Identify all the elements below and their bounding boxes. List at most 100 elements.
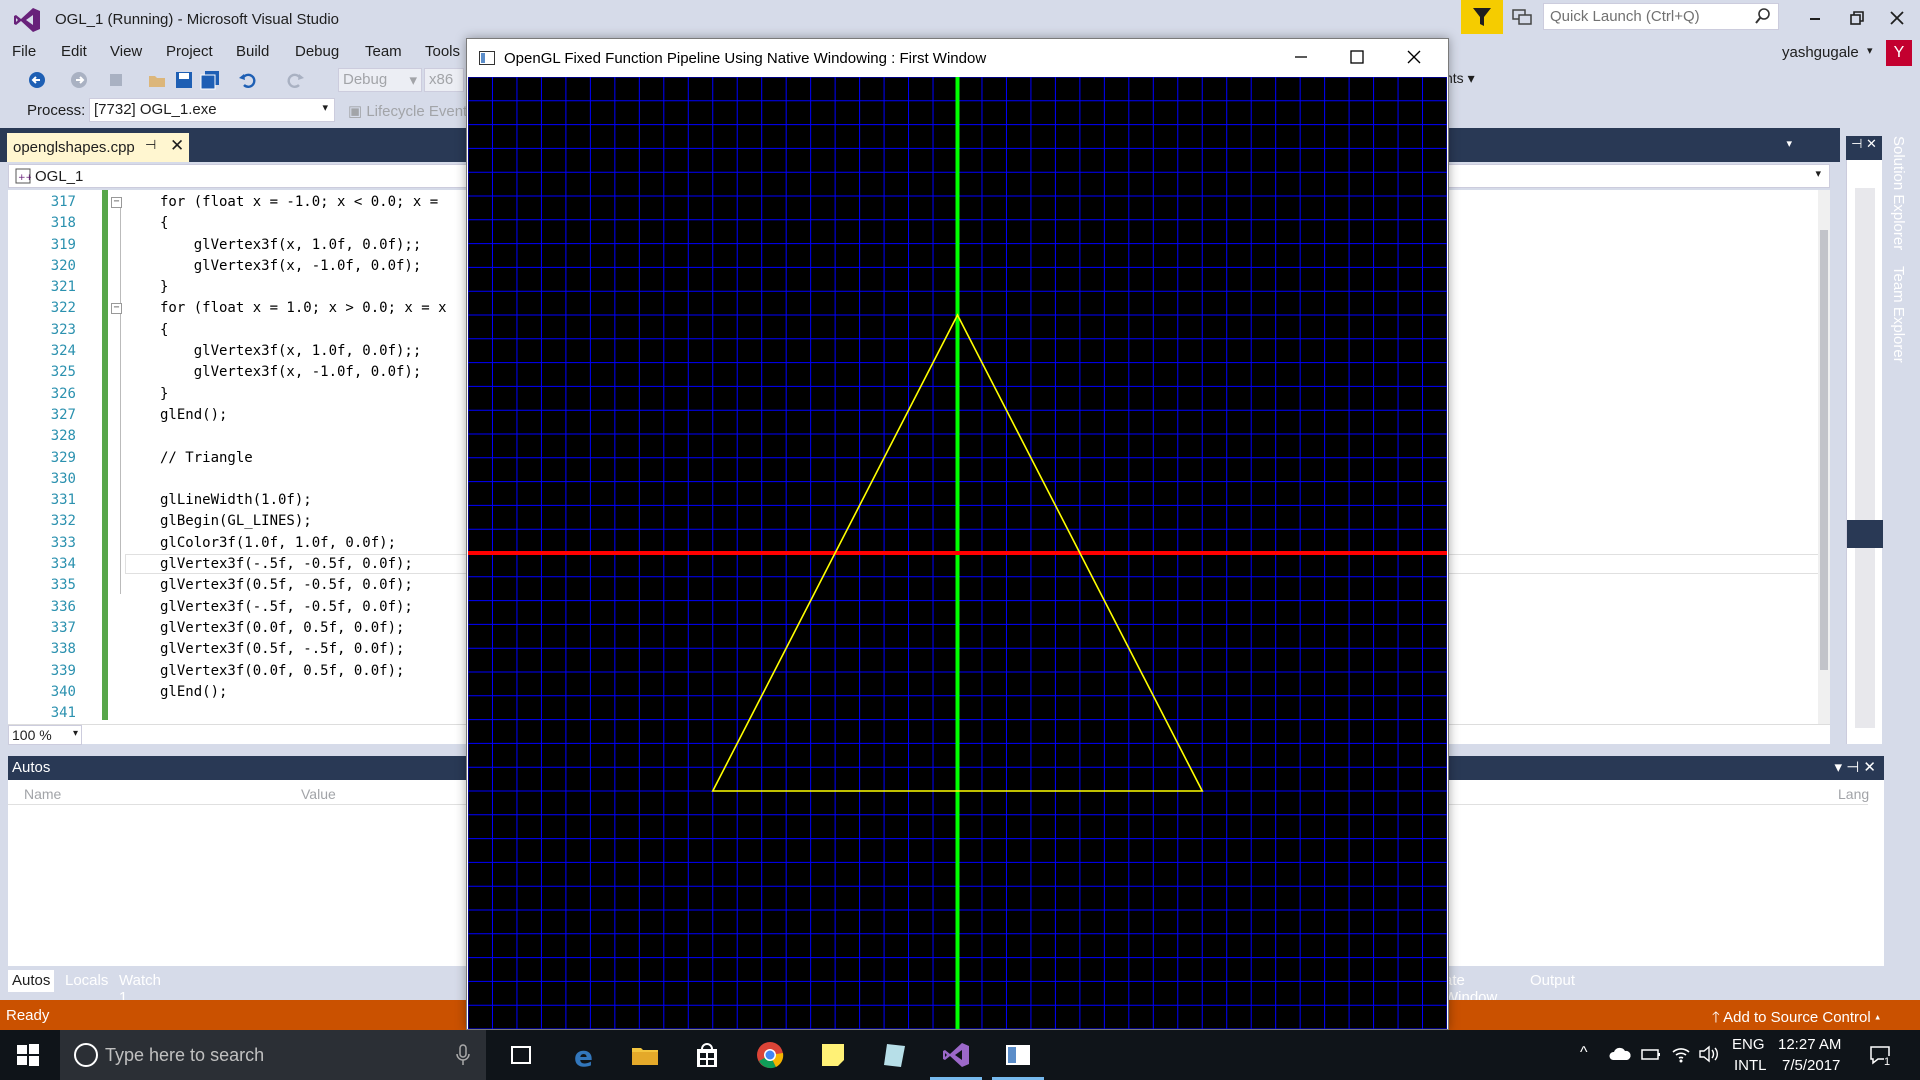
line-number: 332 bbox=[50, 513, 76, 530]
close-icon[interactable]: ✕ bbox=[170, 136, 184, 156]
sticky-notes-icon[interactable] bbox=[818, 1040, 848, 1070]
line-number: 341 bbox=[50, 705, 76, 722]
clock-time[interactable]: 12:27 AM bbox=[1778, 1036, 1841, 1053]
clock-date[interactable]: 7/5/2017 bbox=[1782, 1057, 1840, 1074]
line-code: glColor3f(1.0f, 1.0f, 0.0f); bbox=[160, 534, 397, 551]
collapse-icon[interactable]: − bbox=[111, 197, 122, 208]
visual-studio-taskbar-icon[interactable] bbox=[941, 1040, 971, 1070]
menu-view[interactable]: View bbox=[110, 43, 142, 60]
autos-controls-icon[interactable]: ▾ ⊣ ✕ bbox=[1835, 758, 1877, 776]
tab-list-chevron-icon[interactable]: ▾ bbox=[1786, 137, 1792, 150]
menu-build[interactable]: Build bbox=[236, 43, 269, 60]
wifi-icon[interactable] bbox=[1670, 1044, 1692, 1064]
opengl-window-title-bar[interactable]: OpenGL Fixed Function Pipeline Using Nat… bbox=[467, 39, 1448, 77]
undo-icon[interactable] bbox=[237, 69, 259, 91]
column-name[interactable]: Name bbox=[24, 786, 61, 802]
minimize-icon[interactable] bbox=[1289, 45, 1313, 69]
input-language[interactable]: ENG bbox=[1732, 1036, 1765, 1053]
line-code: glVertex3f(0.0f, 0.5f, 0.0f); bbox=[160, 662, 405, 679]
zoom-select[interactable]: 100 % ▾ bbox=[8, 725, 82, 745]
line-number: 326 bbox=[50, 385, 76, 402]
avatar[interactable]: Y bbox=[1886, 40, 1912, 66]
line-code: glBegin(GL_LINES); bbox=[160, 513, 312, 530]
opengl-canvas[interactable] bbox=[468, 77, 1447, 1029]
back-icon[interactable] bbox=[26, 69, 48, 91]
tab-team-explorer[interactable]: Team Explorer bbox=[1890, 266, 1907, 363]
save-icon[interactable] bbox=[173, 69, 195, 91]
search-placeholder: Type here to search bbox=[105, 1045, 265, 1065]
store-icon[interactable] bbox=[692, 1040, 722, 1070]
menu-team[interactable]: Team bbox=[365, 43, 402, 60]
user-menu-caret-icon[interactable]: ▾ bbox=[1867, 44, 1873, 57]
line-code: glVertex3f(-.5f, -0.5f, 0.0f); bbox=[160, 598, 413, 615]
chrome-icon[interactable] bbox=[755, 1040, 785, 1070]
column-lang[interactable]: Lang bbox=[1838, 786, 1869, 802]
menu-tools[interactable]: Tools bbox=[425, 43, 460, 60]
toolbar-overflow-label[interactable]: hts ▾ bbox=[1445, 70, 1475, 87]
cpp-project-icon: ++ bbox=[15, 168, 31, 184]
task-view-icon[interactable] bbox=[506, 1040, 536, 1070]
platform-select[interactable]: x86 bbox=[424, 68, 464, 92]
app-window-icon bbox=[479, 51, 495, 65]
process-select[interactable]: [7732] OGL_1.exe ▾ bbox=[89, 98, 335, 122]
volume-icon[interactable] bbox=[1698, 1044, 1720, 1064]
input-language-layout[interactable]: INTL bbox=[1734, 1057, 1767, 1074]
taskbar-search-input[interactable]: Type here to search bbox=[60, 1030, 486, 1080]
forward-icon[interactable] bbox=[68, 69, 90, 91]
tab-solution-explorer[interactable]: Solution Explorer bbox=[1890, 136, 1907, 250]
menu-debug[interactable]: Debug bbox=[295, 43, 339, 60]
menu-edit[interactable]: Edit bbox=[61, 43, 87, 60]
onedrive-icon[interactable] bbox=[1608, 1045, 1632, 1063]
save-all-icon[interactable] bbox=[199, 69, 221, 91]
feedback-icon[interactable] bbox=[1511, 7, 1533, 27]
windows-start-icon[interactable] bbox=[16, 1043, 40, 1067]
search-icon[interactable] bbox=[1754, 7, 1772, 25]
scrollbar-thumb[interactable] bbox=[1820, 230, 1828, 670]
lifecycle-events-button[interactable]: ▣ Lifecycle Events bbox=[348, 102, 475, 120]
tab-immediate-window[interactable]: ate Window bbox=[1440, 970, 1501, 1006]
chevron-down-icon[interactable]: ▾ bbox=[1815, 167, 1821, 180]
line-number: 334 bbox=[50, 556, 76, 573]
tab-output[interactable]: Output bbox=[1526, 970, 1579, 992]
chevron-up-icon[interactable]: ^ bbox=[1580, 1044, 1588, 1062]
column-value[interactable]: Value bbox=[301, 786, 336, 802]
line-number: 336 bbox=[50, 598, 76, 615]
line-code: glEnd(); bbox=[160, 683, 228, 700]
tab-autos[interactable]: Autos bbox=[8, 970, 55, 992]
pin-icon[interactable]: ⊣ bbox=[145, 137, 156, 153]
tab-watch-1[interactable]: Watch 1 bbox=[115, 970, 165, 1006]
side-panel-splitter[interactable] bbox=[1847, 520, 1883, 548]
line-code: glVertex3f(x, -1.0f, 0.0f); bbox=[160, 364, 422, 381]
source-control-label: Add to Source Control bbox=[1723, 1009, 1871, 1026]
collapse-icon[interactable]: − bbox=[111, 303, 122, 315]
microphone-icon[interactable] bbox=[456, 1044, 470, 1066]
close-icon[interactable] bbox=[1402, 45, 1426, 69]
notification-count: 1 bbox=[1884, 1056, 1891, 1068]
opengl-app-taskbar-icon[interactable] bbox=[1003, 1040, 1033, 1070]
configuration-select[interactable]: Debug ▾ bbox=[338, 68, 422, 92]
user-name[interactable]: yashgugale bbox=[1782, 44, 1859, 61]
file-explorer-icon[interactable] bbox=[630, 1040, 660, 1070]
menu-project[interactable]: Project bbox=[166, 43, 213, 60]
tab-openglshapes-cpp[interactable]: openglshapes.cpp ⊣ ✕ bbox=[7, 133, 189, 162]
tab-locals[interactable]: Locals bbox=[61, 970, 112, 992]
edge-browser-icon[interactable]: e bbox=[570, 1040, 600, 1070]
menu-file[interactable]: File bbox=[12, 43, 36, 60]
line-number: 330 bbox=[50, 470, 76, 487]
battery-icon[interactable] bbox=[1640, 1045, 1662, 1063]
side-panel-scrollbar[interactable] bbox=[1855, 188, 1875, 728]
open-file-icon[interactable] bbox=[146, 69, 168, 91]
notepad-icon[interactable] bbox=[880, 1040, 910, 1070]
new-project-icon[interactable] bbox=[106, 69, 128, 91]
restore-icon[interactable] bbox=[1845, 6, 1869, 30]
notifications-filter-button[interactable] bbox=[1461, 0, 1503, 34]
line-code: { bbox=[160, 321, 169, 338]
redo-icon[interactable] bbox=[284, 69, 306, 91]
opengl-window[interactable]: OpenGL Fixed Function Pipeline Using Nat… bbox=[466, 38, 1449, 1030]
maximize-icon[interactable] bbox=[1345, 45, 1369, 69]
quick-launch-input[interactable]: Quick Launch (Ctrl+Q) bbox=[1543, 3, 1779, 30]
add-to-source-control-button[interactable]: 🡑 Add to Source Control ▴ bbox=[1712, 1007, 1880, 1032]
close-icon[interactable] bbox=[1885, 6, 1909, 30]
minimize-icon[interactable] bbox=[1803, 6, 1827, 30]
status-text: Ready bbox=[6, 1007, 50, 1024]
